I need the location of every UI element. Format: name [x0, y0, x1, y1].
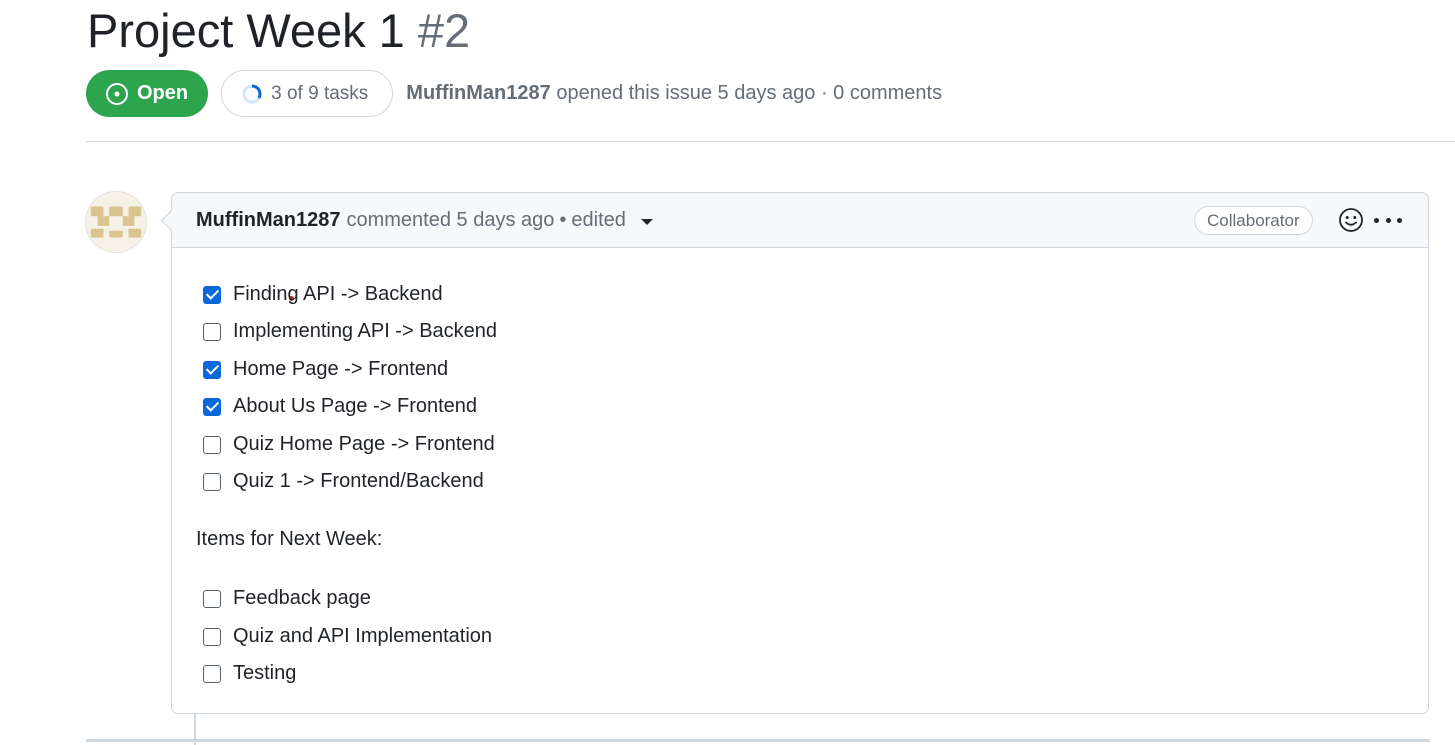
tasks-progress-badge[interactable]: 3 of 9 tasks — [221, 70, 394, 117]
task-checkbox[interactable] — [203, 397, 221, 416]
smiley-icon[interactable] — [1338, 207, 1364, 233]
issue-title-text: Project Week 1 — [87, 4, 405, 57]
comment-separator: • — [559, 208, 567, 231]
avatar[interactable] — [85, 191, 147, 253]
task-label: Quiz 1 -> Frontend/Backend — [233, 470, 484, 492]
dot — [1385, 217, 1391, 223]
issue-opened-info: MuffinMan1287 opened this issue 5 days a… — [406, 82, 942, 105]
task-checkbox[interactable] — [203, 627, 221, 646]
tasks-progress-text: 3 of 9 tasks — [271, 82, 369, 104]
task-item[interactable]: Implementing API -> Backend — [203, 320, 497, 343]
collaborator-badge: Collaborator — [1194, 206, 1313, 235]
timeline-divider — [86, 739, 1430, 742]
task-checkbox[interactable] — [203, 472, 221, 491]
issue-title: Project Week 1 #2 — [87, 2, 470, 60]
chevron-down-icon — [641, 219, 654, 226]
issue-author-link[interactable]: MuffinMan1287 — [406, 82, 550, 104]
issue-meta: Open 3 of 9 tasks MuffinMan1287 opened t… — [86, 70, 942, 117]
state-label: Open — [137, 82, 189, 104]
progress-ring-icon — [242, 84, 262, 103]
task-checkbox[interactable] — [203, 360, 221, 379]
task-label: Home Page -> Frontend — [233, 358, 449, 380]
task-label: About Us Page -> Frontend — [233, 395, 478, 417]
issue-open-icon — [106, 82, 128, 105]
task-checkbox[interactable] — [203, 322, 221, 341]
task-checkbox[interactable] — [203, 435, 221, 454]
task-checkbox[interactable] — [203, 285, 221, 304]
comment-timestamp[interactable]: commented 5 days ago — [346, 209, 554, 232]
task-label: Implementing API -> Backend — [233, 320, 498, 342]
task-item[interactable]: About Us Page -> Frontend — [203, 395, 477, 418]
edited-dropdown[interactable]: edited — [571, 208, 654, 232]
next-week-task-item[interactable]: Testing — [203, 662, 296, 685]
header-divider — [86, 141, 1455, 142]
issue-number: #2 — [417, 4, 471, 57]
state-badge: Open — [86, 70, 209, 117]
kebab-horizontal-icon[interactable] — [1374, 208, 1402, 232]
task-checkbox[interactable] — [203, 664, 221, 683]
task-checkbox[interactable] — [203, 589, 221, 608]
issue-page: Project Week 1 #2 Open 3 of 9 tasks Muff… — [0, 0, 1455, 745]
issue-comment: MuffinMan1287 commented 5 days ago • edi… — [171, 192, 1429, 714]
task-label: Quiz and API Implementation — [233, 625, 493, 647]
comment-header: MuffinMan1287 commented 5 days ago • edi… — [172, 193, 1428, 248]
task-label: Finding API -> Backend — [233, 283, 443, 305]
dot — [1397, 217, 1402, 223]
identicon-avatar — [86, 192, 146, 252]
dot — [1374, 217, 1379, 223]
task-item[interactable]: Finding API -> Backend — [203, 283, 443, 306]
issue-opened-text: opened this issue 5 days ago · 0 comment… — [556, 82, 943, 104]
next-week-task-item[interactable]: Quiz and API Implementation — [203, 625, 492, 648]
next-week-heading: Items for Next Week: — [196, 528, 383, 550]
task-label: Testing — [233, 662, 297, 684]
next-week-task-item[interactable]: Feedback page — [203, 587, 371, 610]
comment-author-link[interactable]: MuffinMan1287 — [196, 209, 340, 232]
edited-label: edited — [571, 208, 626, 231]
task-item[interactable]: Quiz 1 -> Frontend/Backend — [203, 470, 484, 493]
task-label: Quiz Home Page -> Frontend — [233, 433, 495, 455]
task-label: Feedback page — [233, 587, 371, 609]
task-item[interactable]: Quiz Home Page -> Frontend — [203, 433, 495, 456]
task-item[interactable]: Home Page -> Frontend — [203, 358, 448, 381]
